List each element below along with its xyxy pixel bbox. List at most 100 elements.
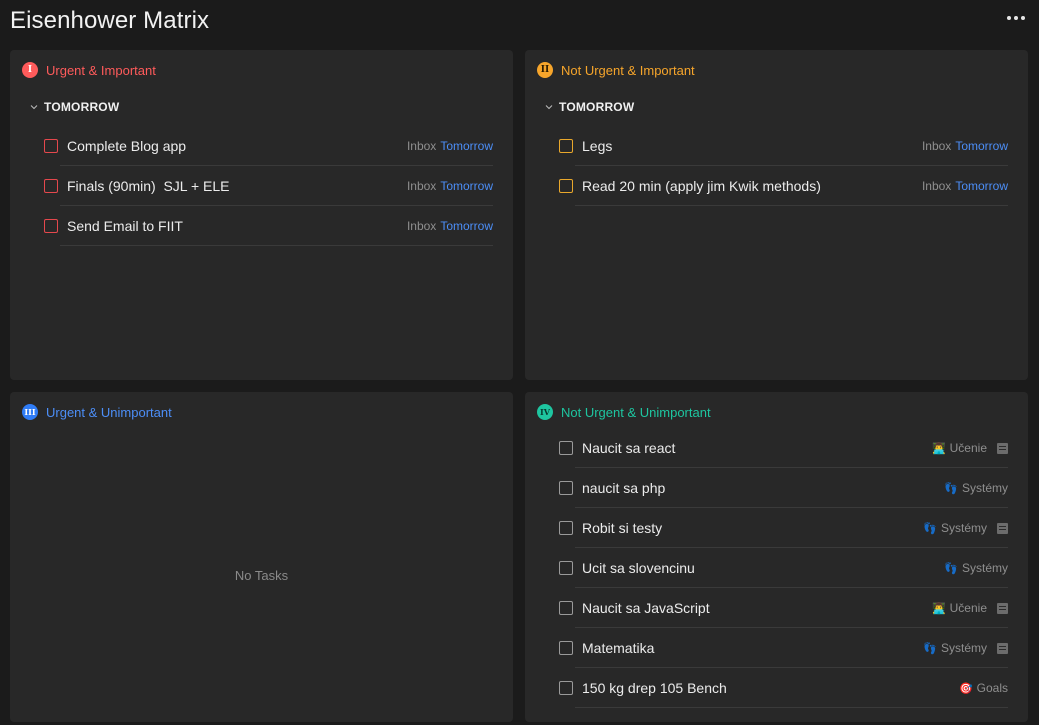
- divider: [575, 205, 1008, 206]
- task-checkbox[interactable]: [44, 219, 58, 233]
- task-checkbox[interactable]: [559, 441, 573, 455]
- task-meta: Inbox Tomorrow: [407, 179, 493, 193]
- task-list-name: Inbox: [921, 139, 952, 153]
- task-checkbox[interactable]: [559, 601, 573, 615]
- task-meta: 👨‍💻 Učenie: [932, 441, 1008, 455]
- task-row[interactable]: Ucit sa slovencinu 👣 Systémy: [559, 548, 1008, 588]
- task-row[interactable]: Naucit sa react 👨‍💻 Učenie: [559, 428, 1008, 468]
- list-emoji-icon: 👣: [944, 482, 958, 495]
- task-due-date[interactable]: Tomorrow: [955, 179, 1008, 193]
- quadrant-urgent-important: I Urgent & Important TOMORROW Complete B…: [10, 50, 513, 380]
- quadrant-title: Urgent & Unimportant: [46, 404, 172, 420]
- quadrant-urgent-unimportant: III Urgent & Unimportant No Tasks: [10, 392, 513, 722]
- task-list: Naucit sa react 👨‍💻 Učenie naucit sa php…: [559, 428, 1008, 708]
- section-header-tomorrow[interactable]: TOMORROW: [545, 100, 634, 114]
- quadrant-not-urgent-important: II Not Urgent & Important TOMORROW Legs …: [525, 50, 1028, 380]
- task-row[interactable]: Legs Inbox Tomorrow: [559, 126, 1008, 166]
- task-title: Robit si testy: [582, 520, 663, 536]
- task-title: Finals (90min) SJL + ELE: [67, 178, 230, 194]
- quadrant-header[interactable]: II Not Urgent & Important: [537, 62, 695, 78]
- note-icon: [997, 522, 1008, 534]
- task-checkbox[interactable]: [44, 179, 58, 193]
- divider: [60, 245, 493, 246]
- task-list-name: Systémy: [961, 561, 1008, 575]
- task-title: Naucit sa JavaScript: [582, 600, 710, 616]
- divider: [575, 707, 1008, 708]
- task-row[interactable]: Complete Blog app Inbox Tomorrow: [44, 126, 493, 166]
- task-checkbox[interactable]: [559, 139, 573, 153]
- task-title: Naucit sa react: [582, 440, 676, 456]
- note-icon: [997, 602, 1008, 614]
- task-meta: Inbox Tomorrow: [407, 139, 493, 153]
- task-row[interactable]: 150 kg drep 105 Bench 🎯 Goals: [559, 668, 1008, 708]
- task-row[interactable]: Send Email to FIIT Inbox Tomorrow: [44, 206, 493, 246]
- task-row[interactable]: naucit sa php 👣 Systémy: [559, 468, 1008, 508]
- task-due-date[interactable]: Tomorrow: [440, 139, 493, 153]
- task-row[interactable]: Robit si testy 👣 Systémy: [559, 508, 1008, 548]
- list-emoji-icon: 🎯: [958, 682, 973, 695]
- task-checkbox[interactable]: [559, 681, 573, 695]
- quadrant-badge-icon: II: [537, 62, 553, 78]
- list-emoji-icon: 👣: [923, 642, 937, 655]
- task-checkbox[interactable]: [44, 139, 58, 153]
- quadrant-badge-icon: IV: [537, 404, 553, 420]
- task-checkbox[interactable]: [559, 179, 573, 193]
- task-title: 150 kg drep 105 Bench: [582, 680, 727, 696]
- quadrant-header[interactable]: IV Not Urgent & Unimportant: [537, 404, 711, 420]
- quadrant-not-urgent-unimportant: IV Not Urgent & Unimportant Naucit sa re…: [525, 392, 1028, 722]
- task-list-name: Inbox: [921, 179, 952, 193]
- quadrant-header[interactable]: III Urgent & Unimportant: [22, 404, 172, 420]
- task-meta: Inbox Tomorrow: [922, 179, 1008, 193]
- task-checkbox[interactable]: [559, 641, 573, 655]
- app: Eisenhower Matrix I Urgent & Important T…: [0, 0, 1039, 725]
- task-row[interactable]: Read 20 min (apply jim Kwik methods) Inb…: [559, 166, 1008, 206]
- task-title: Send Email to FIIT: [67, 218, 183, 234]
- task-checkbox[interactable]: [559, 521, 573, 535]
- task-list-name: Učenie: [949, 441, 987, 455]
- list-emoji-icon: 👣: [944, 562, 958, 575]
- task-title: Matematika: [582, 640, 655, 656]
- task-due-date[interactable]: Tomorrow: [440, 219, 493, 233]
- task-meta: 👣 Systémy: [923, 521, 1008, 535]
- section-label: TOMORROW: [44, 100, 120, 114]
- note-icon: [997, 642, 1008, 654]
- task-list-name: Inbox: [406, 179, 437, 193]
- quadrant-badge-icon: III: [22, 404, 38, 420]
- task-checkbox[interactable]: [559, 481, 573, 495]
- task-list: Complete Blog app Inbox Tomorrow Finals …: [44, 126, 493, 246]
- task-meta: 👣 Systémy: [944, 481, 1008, 495]
- task-meta: 👨‍💻 Učenie: [932, 601, 1008, 615]
- task-list: Legs Inbox Tomorrow Read 20 min (apply j…: [559, 126, 1008, 206]
- task-list-name: Inbox: [406, 139, 437, 153]
- quadrant-title: Not Urgent & Unimportant: [561, 404, 711, 420]
- task-list-name: Systémy: [940, 521, 987, 535]
- quadrant-badge-icon: I: [22, 62, 38, 78]
- task-row[interactable]: Finals (90min) SJL + ELE Inbox Tomorrow: [44, 166, 493, 206]
- task-meta: 🎯 Goals: [959, 681, 1008, 695]
- chevron-down-icon: [30, 103, 38, 111]
- list-emoji-icon: 👣: [923, 522, 937, 535]
- task-title: Legs: [582, 138, 613, 154]
- list-emoji-icon: 👨‍💻: [931, 442, 946, 455]
- task-checkbox[interactable]: [559, 561, 573, 575]
- quadrant-header[interactable]: I Urgent & Important: [22, 62, 156, 78]
- note-icon: [997, 442, 1008, 454]
- section-label: TOMORROW: [559, 100, 635, 114]
- task-due-date[interactable]: Tomorrow: [955, 139, 1008, 153]
- task-meta: 👣 Systémy: [944, 561, 1008, 575]
- task-title: Ucit sa slovencinu: [582, 560, 695, 576]
- empty-state: No Tasks: [234, 568, 289, 583]
- section-header-tomorrow[interactable]: TOMORROW: [30, 100, 119, 114]
- task-row[interactable]: Naucit sa JavaScript 👨‍💻 Učenie: [559, 588, 1008, 628]
- task-title: Read 20 min (apply jim Kwik methods): [582, 178, 821, 194]
- quadrant-title: Urgent & Important: [46, 62, 156, 78]
- task-title: Complete Blog app: [67, 138, 187, 154]
- page-title: Eisenhower Matrix: [10, 7, 210, 34]
- task-due-date[interactable]: Tomorrow: [440, 179, 493, 193]
- more-horizontal-icon[interactable]: [1004, 12, 1028, 24]
- task-list-name: Učenie: [949, 601, 987, 615]
- task-row[interactable]: Matematika 👣 Systémy: [559, 628, 1008, 668]
- chevron-down-icon: [545, 103, 553, 111]
- task-meta: Inbox Tomorrow: [922, 139, 1008, 153]
- quadrant-title: Not Urgent & Important: [561, 62, 695, 78]
